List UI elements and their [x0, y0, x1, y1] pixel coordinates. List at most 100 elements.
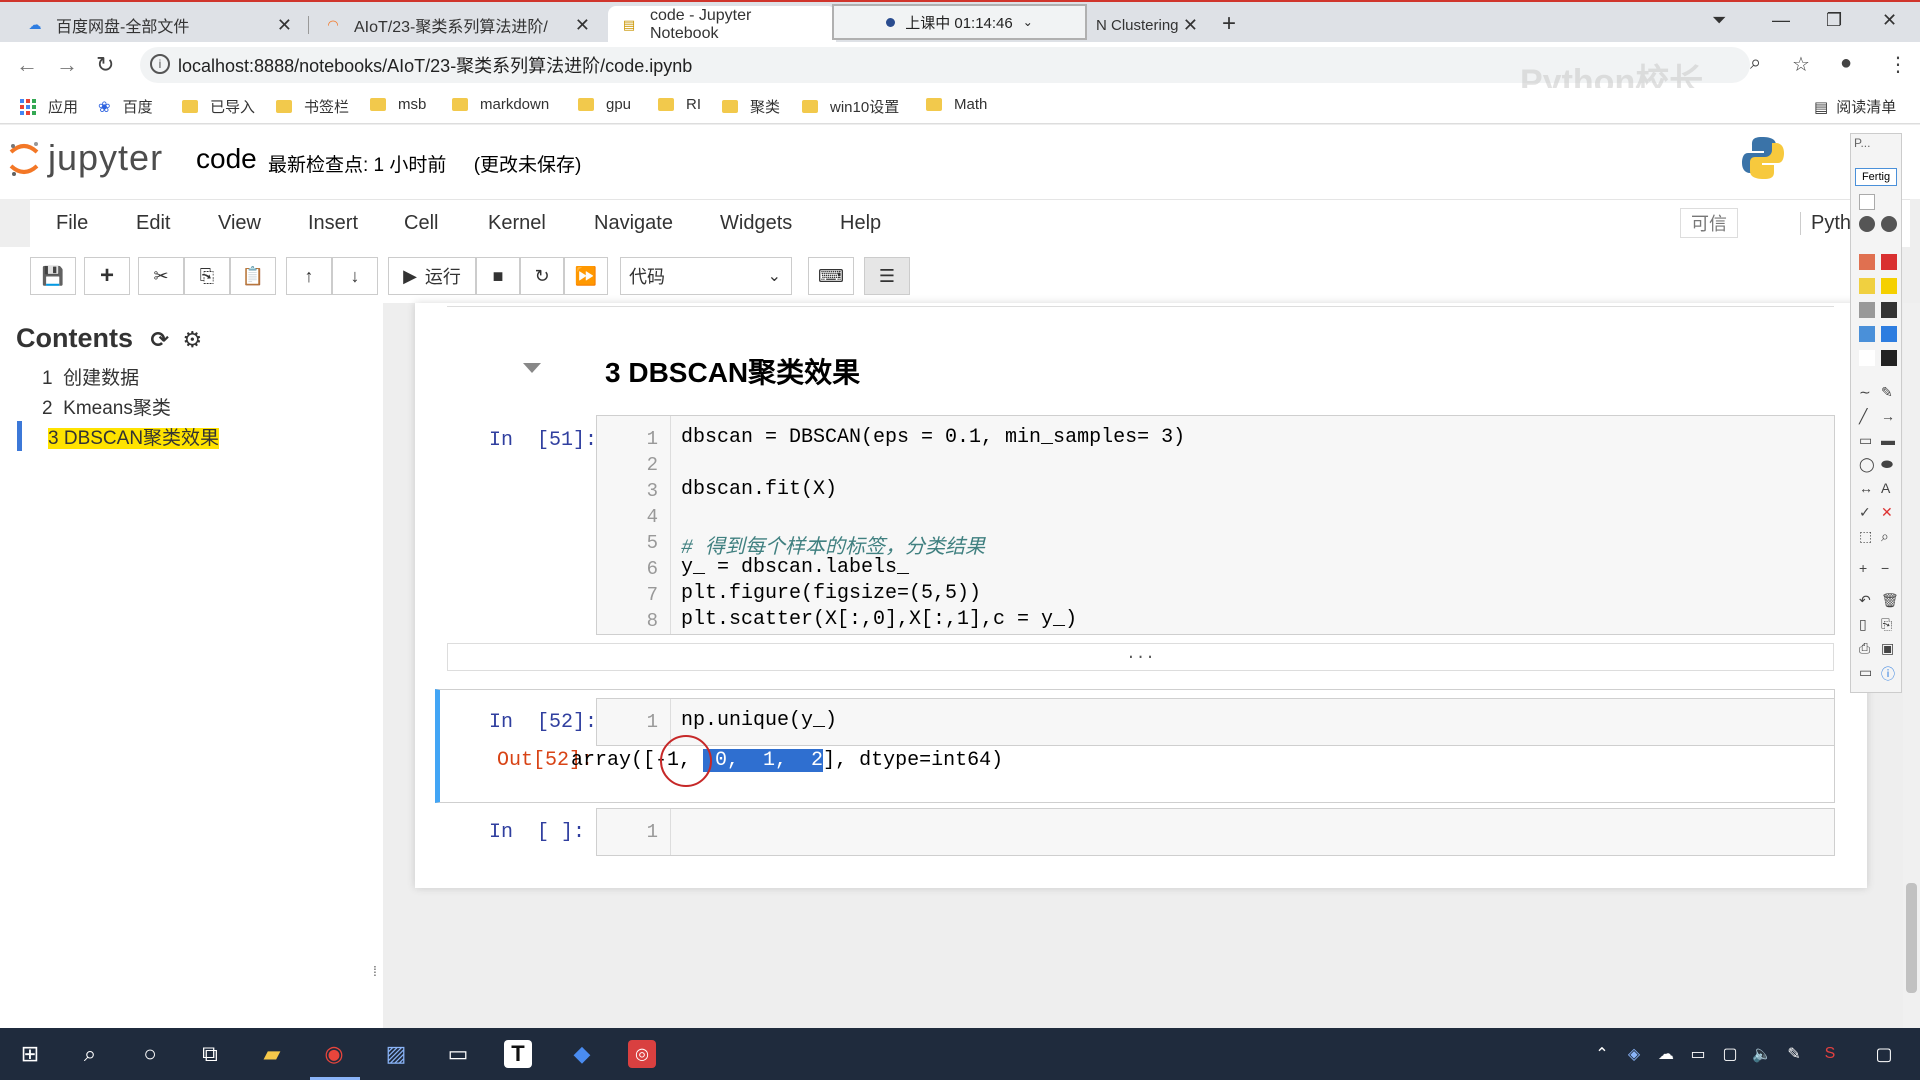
- ime-icon[interactable]: S: [1814, 1038, 1846, 1070]
- menu-kernel[interactable]: Kernel: [488, 212, 546, 235]
- menu-view[interactable]: View: [218, 212, 261, 235]
- tray-expand-icon[interactable]: ⌃: [1586, 1038, 1618, 1070]
- menu-help[interactable]: Help: [840, 212, 881, 235]
- maximize-icon[interactable]: ❐: [1826, 10, 1842, 31]
- close-icon[interactable]: ✕: [1183, 15, 1198, 36]
- menu-insert[interactable]: Insert: [308, 212, 358, 235]
- info-circle-icon[interactable]: ⓘ: [1881, 664, 1895, 684]
- cut-button[interactable]: ✂: [138, 257, 184, 295]
- cell-51-code-editor[interactable]: 1 2 3 4 5 6 7 8 dbscan = DBSCAN(eps = 0.…: [596, 415, 1835, 635]
- window-close-icon[interactable]: ✕: [1882, 10, 1897, 31]
- close-icon[interactable]: ✕: [277, 15, 292, 36]
- arrow-tool-icon[interactable]: →: [1881, 408, 1895, 424]
- tab-baidu-pan[interactable]: ☁ 百度网盘-全部文件 ✕: [14, 6, 304, 44]
- panel-resize-handle[interactable]: ⁞: [373, 963, 377, 979]
- menu-widgets[interactable]: Widgets: [720, 212, 792, 235]
- text-tool-icon[interactable]: A: [1881, 480, 1890, 496]
- zoom-icon[interactable]: ⌕: [1750, 52, 1761, 75]
- notification-icon[interactable]: ▢: [1868, 1038, 1900, 1070]
- freehand-icon[interactable]: ∼: [1859, 384, 1871, 401]
- back-arrow-icon[interactable]: ←: [16, 52, 38, 78]
- more-menu-icon[interactable]: ⋮: [1888, 52, 1908, 77]
- line-tool-icon[interactable]: ╱: [1859, 408, 1867, 425]
- magnifier-icon[interactable]: ⌕: [1881, 528, 1889, 545]
- save-disk-icon[interactable]: ▣: [1881, 640, 1894, 657]
- reload-icon[interactable]: ↻: [96, 52, 114, 78]
- color-swatch-blue[interactable]: [1859, 326, 1875, 342]
- palette-done-button[interactable]: Fertig: [1855, 168, 1897, 186]
- color-swatch-black[interactable]: [1881, 350, 1897, 366]
- color-swatch-red[interactable]: [1881, 254, 1897, 270]
- menu-cell[interactable]: Cell: [404, 212, 438, 235]
- medium-dot-tool[interactable]: [1859, 216, 1875, 232]
- scrollbar-thumb[interactable]: [1906, 883, 1917, 993]
- copy-button[interactable]: ⎘: [184, 257, 230, 295]
- trash-icon[interactable]: 🗑: [1881, 592, 1899, 609]
- large-dot-tool[interactable]: [1881, 216, 1897, 232]
- collapsed-output[interactable]: ...: [447, 643, 1834, 671]
- forward-arrow-icon[interactable]: →: [56, 52, 78, 78]
- command-palette-button[interactable]: ⌨: [808, 257, 854, 295]
- tab-aiot-folder[interactable]: ◠ AIoT/23-聚类系列算法进阶/ ✕: [312, 6, 602, 44]
- tab-code-notebook[interactable]: ▤ code - Jupyter Notebook: [608, 6, 836, 44]
- color-swatch-yellow[interactable]: [1859, 278, 1875, 294]
- menu-edit[interactable]: Edit: [136, 212, 170, 235]
- network-icon[interactable]: ▭: [1682, 1038, 1714, 1070]
- minus-icon[interactable]: −: [1881, 560, 1889, 576]
- search-icon[interactable]: ⌕: [74, 1038, 106, 1070]
- move-up-button[interactable]: ↑: [286, 257, 332, 295]
- copy-page-icon[interactable]: ⎘: [1881, 616, 1892, 633]
- print-icon[interactable]: ⎙: [1859, 640, 1870, 657]
- bookmark-star-icon[interactable]: ☆: [1792, 52, 1810, 77]
- bookmark-baidu[interactable]: ❀ 百度: [98, 96, 153, 117]
- undo-icon[interactable]: ↶: [1859, 592, 1871, 609]
- close-icon[interactable]: ✕: [575, 15, 590, 36]
- profile-menu-icon[interactable]: ⏷: [1712, 10, 1726, 31]
- empty-cell-code-editor[interactable]: 1: [596, 808, 1835, 856]
- new-tab-button[interactable]: +: [1222, 10, 1236, 38]
- toc-toggle-button[interactable]: ☰: [864, 257, 910, 295]
- rectangle-tool-icon[interactable]: ▭: [1859, 432, 1872, 449]
- bookmark-clustering[interactable]: 聚类: [722, 96, 780, 117]
- toc-item-2[interactable]: 2 Kmeans聚类: [42, 393, 171, 420]
- bookmark-markdown[interactable]: markdown: [452, 96, 549, 113]
- insert-cell-button[interactable]: +: [84, 257, 130, 295]
- restart-run-all-button[interactable]: ⏩: [564, 257, 608, 295]
- bookmark-msb[interactable]: msb: [370, 96, 426, 113]
- paste-button[interactable]: 📋: [230, 257, 276, 295]
- toc-item-3[interactable]: 3 DBSCAN聚类效果: [48, 423, 220, 450]
- tray-app-icon[interactable]: ◈: [1618, 1038, 1650, 1070]
- reading-list[interactable]: ▤ 阅读清单: [1814, 96, 1896, 117]
- display-icon[interactable]: ▢: [1714, 1038, 1746, 1070]
- cross-icon[interactable]: ✕: [1881, 504, 1893, 521]
- color-swatch-gray[interactable]: [1859, 302, 1875, 318]
- windows-start-icon[interactable]: ⊞: [14, 1038, 46, 1070]
- filled-rectangle-icon[interactable]: ▬: [1881, 432, 1895, 448]
- recorder-icon[interactable]: ◎: [628, 1040, 656, 1068]
- info-icon[interactable]: i: [150, 54, 170, 74]
- url-field[interactable]: i localhost:8888/notebooks/AIoT/23-聚类系列算…: [140, 47, 1750, 83]
- pen-icon[interactable]: ✎: [1881, 384, 1893, 401]
- tab-clustering[interactable]: N Clustering ✕: [1084, 6, 1204, 44]
- run-button[interactable]: ▶ 运行: [388, 257, 476, 295]
- plus-icon[interactable]: +: [1859, 560, 1867, 576]
- bookmark-math[interactable]: Math: [926, 96, 987, 113]
- small-dot-tool[interactable]: [1859, 194, 1875, 210]
- bookmark-win10[interactable]: win10设置: [802, 96, 899, 117]
- bookmark-apps[interactable]: 应用: [20, 96, 78, 117]
- collapse-caret-icon[interactable]: [523, 363, 541, 373]
- filled-ellipse-icon[interactable]: ⬬: [1881, 456, 1893, 473]
- double-arrow-icon[interactable]: ↔: [1859, 480, 1873, 496]
- color-swatch-dark[interactable]: [1881, 302, 1897, 318]
- volume-icon[interactable]: 🔈: [1746, 1038, 1778, 1070]
- color-swatch-orange[interactable]: [1859, 254, 1875, 270]
- trusted-badge[interactable]: 可信: [1680, 208, 1738, 238]
- screen-icon[interactable]: ▭: [1859, 664, 1872, 681]
- cell-52-code-editor[interactable]: 1 np.unique(y_): [596, 698, 1835, 746]
- restart-button[interactable]: ↻: [520, 257, 564, 295]
- color-swatch-gold[interactable]: [1881, 278, 1897, 294]
- cell-type-select[interactable]: 代码 ⌄: [620, 257, 792, 295]
- crop-icon[interactable]: ⬚: [1859, 528, 1872, 545]
- bookmark-imported[interactable]: 已导入: [182, 96, 255, 117]
- ellipse-tool-icon[interactable]: ◯: [1859, 456, 1875, 473]
